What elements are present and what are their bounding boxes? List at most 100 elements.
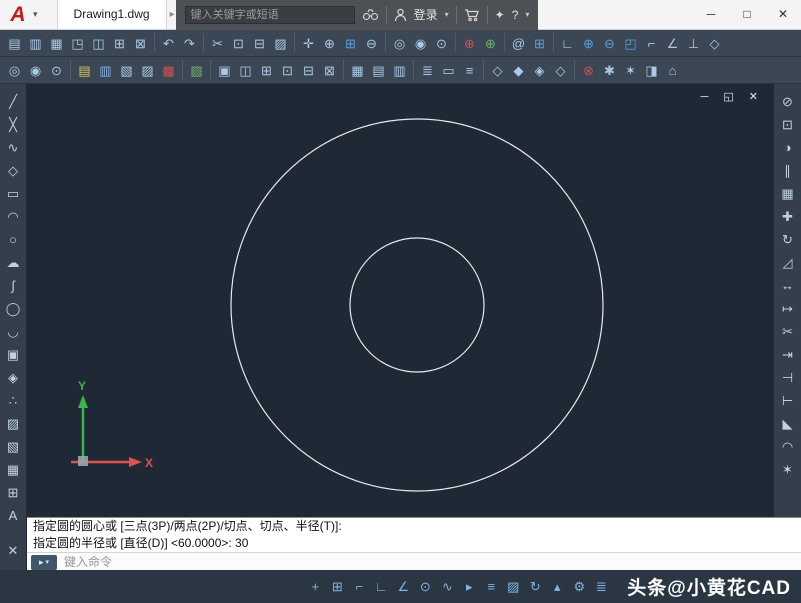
mirror-icon[interactable]: ◑ [777,137,798,158]
workspace-switching-icon[interactable]: ⚙ [569,577,589,597]
point-style-icon[interactable]: ⊗ [579,60,598,81]
window-close-icon[interactable]: ✕ [765,0,801,29]
new-file-icon[interactable]: ▤ [5,33,24,54]
plot-preview-icon[interactable]: ◫ [89,33,108,54]
region-icon[interactable]: ▦ [3,459,24,480]
selection-cycling-icon[interactable]: ↻ [525,577,545,597]
window-maximize-icon[interactable]: □ [729,0,765,29]
attach-pdf-icon[interactable]: ⊠ [320,60,339,81]
list-tool-icon[interactable]: ≡ [460,60,479,81]
plot-icon[interactable]: ◳ [68,33,87,54]
paint-tool-icon[interactable]: ▧ [187,60,206,81]
record-red-icon[interactable]: ⊕ [460,33,479,54]
viewport-close-icon[interactable]: ✕ [749,91,758,103]
ellipse-icon[interactable]: ◯ [3,298,24,319]
paste-clip-icon[interactable]: ⊟ [250,33,269,54]
undo-icon[interactable]: ↶ [159,33,178,54]
area-tool-icon[interactable]: ▭ [439,60,458,81]
table-icon[interactable]: ⊞ [3,482,24,503]
ortho-mode-icon[interactable]: ∟ [371,577,391,597]
fillet-icon[interactable]: ◠ [777,436,798,457]
chamfer-icon[interactable]: ◣ [777,413,798,434]
search-input[interactable] [184,5,355,24]
send-under-icon[interactable]: ◇ [551,60,570,81]
transparency-icon[interactable]: ▨ [503,577,523,597]
etransmit-icon[interactable]: ⊠ [131,33,150,54]
rectangle-icon[interactable]: ▭ [3,183,24,204]
redo-icon[interactable]: ↷ [180,33,199,54]
viewport-minimize-icon[interactable]: ─ [701,91,709,103]
group-edit-icon[interactable]: ▥ [390,60,409,81]
multiple-points-icon[interactable]: ∴ [3,390,24,411]
explode-icon[interactable]: ✶ [621,60,640,81]
exchange-apps-icon[interactable]: ✦ [495,8,505,22]
object-snap-tracking-icon[interactable]: ∿ [437,577,457,597]
corner-tool-icon[interactable]: ⌐ [642,33,661,54]
quick-access-dropdown-icon[interactable]: ▾ [33,9,38,20]
view-tool-icon[interactable]: ◇ [705,33,724,54]
trim-icon[interactable]: ✂ [777,321,798,342]
ellipse-arc-icon[interactable]: ◡ [3,321,24,342]
snap-mode-icon[interactable]: ⌐ [349,577,369,597]
layer-lock-icon[interactable]: ▨ [138,60,157,81]
cart-icon[interactable] [464,8,480,22]
attach-xref-icon[interactable]: ⊞ [257,60,276,81]
zoom-previous-icon[interactable]: ⊖ [362,33,381,54]
dynamic-input-icon[interactable]: ▸ [459,577,479,597]
layer-freeze-icon[interactable]: ▧ [117,60,136,81]
check-green-icon[interactable]: ⊕ [481,33,500,54]
polyline-icon[interactable]: ∿ [3,137,24,158]
attach-image-icon[interactable]: ⊡ [278,60,297,81]
command-input-row[interactable]: ▸ ▾ [27,552,801,571]
help-dropdown-icon[interactable]: ▾ [525,10,529,19]
autocad-logo-icon[interactable]: A [5,2,31,28]
publish-icon[interactable]: ⊞ [110,33,129,54]
drawing-area[interactable]: Y X ─ ◱ ✕ [27,84,773,517]
layer-off-icon[interactable]: ▥ [96,60,115,81]
layer-properties-icon[interactable]: ▤ [75,60,94,81]
match-properties-icon[interactable]: ▨ [271,33,290,54]
help-button[interactable]: ? [512,8,519,22]
break-icon[interactable]: ⊢ [777,390,798,411]
command-recent-dropdown-icon[interactable]: ▾ [46,558,50,566]
command-close-icon[interactable]: ✕ [3,540,24,561]
zoom-extents-icon[interactable]: ◰ [621,33,640,54]
orbit-tool-icon[interactable]: ⊙ [47,60,66,81]
extend-icon[interactable]: ⇥ [777,344,798,365]
group-icon[interactable]: ▦ [348,60,367,81]
command-prompt-icon[interactable]: ▸ ▾ [31,554,57,570]
grid-block-icon[interactable]: ⊞ [530,33,549,54]
ucs-tool-icon[interactable]: ⊥ [684,33,703,54]
bring-above-icon[interactable]: ◈ [530,60,549,81]
line-icon[interactable]: ╱ [3,91,24,112]
cut-clip-icon[interactable]: ✂ [208,33,227,54]
circle-icon[interactable]: ○ [3,229,24,250]
ungroup-icon[interactable]: ▤ [369,60,388,81]
move-icon[interactable]: ✚ [777,206,798,227]
layer-color-icon[interactable]: ▩ [159,60,178,81]
zoom-in-icon[interactable]: ⊕ [579,33,598,54]
tab-overflow-icon[interactable]: ▸ [170,9,175,20]
signin-button[interactable]: 登录 [414,6,438,23]
break-at-point-icon[interactable]: ⊣ [777,367,798,388]
donut-tool-icon[interactable]: ◎ [5,60,24,81]
offset-icon[interactable]: ∥ [777,160,798,181]
design-center-icon[interactable]: ⌂ [663,60,682,81]
measure-icon[interactable]: ≣ [418,60,437,81]
explode-icon[interactable]: ✶ [777,459,798,480]
lengthen-icon[interactable]: ↦ [777,298,798,319]
annotation-scale-icon[interactable]: ▴ [547,577,567,597]
attach-dwf-icon[interactable]: ⊟ [299,60,318,81]
make-block-icon[interactable]: ◈ [3,367,24,388]
customization-icon[interactable]: ≣ [591,577,611,597]
erase-icon[interactable]: ⊘ [777,91,798,112]
divide-icon[interactable]: ✱ [600,60,619,81]
model-space-icon[interactable]: + [305,577,325,597]
file-tab[interactable]: Drawing1.dwg [56,0,167,29]
spline-icon[interactable]: ∫ [3,275,24,296]
insert-block-icon[interactable]: ▣ [3,344,24,365]
revision-cloud-icon[interactable]: ☁ [3,252,24,273]
lineweight-icon[interactable]: ≡ [481,577,501,597]
insert-block-icon[interactable]: ◫ [236,60,255,81]
polar-tracking-icon[interactable]: ∠ [393,577,413,597]
